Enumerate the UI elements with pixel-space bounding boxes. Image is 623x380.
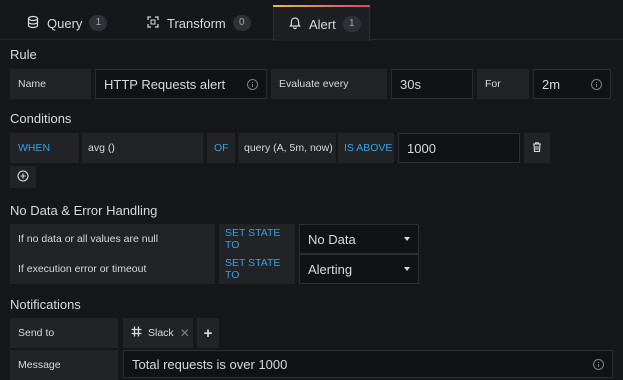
evaluate-every-input[interactable]: 30s xyxy=(391,69,473,99)
channel-name: Slack xyxy=(148,327,174,339)
name-input[interactable]: HTTP Requests alert xyxy=(95,69,267,99)
name-value: HTTP Requests alert xyxy=(104,76,226,92)
conditions-heading: Conditions xyxy=(10,111,72,126)
tab-query-label: Query xyxy=(47,15,83,31)
add-condition-button[interactable] xyxy=(10,166,36,188)
add-channel-button[interactable]: + xyxy=(197,318,219,348)
tab-alert-label: Alert xyxy=(309,16,336,32)
channel-tag[interactable]: Slack ✕ xyxy=(123,318,193,348)
nodata-state-select[interactable]: No Data xyxy=(299,224,419,254)
when-keyword[interactable]: WHEN xyxy=(10,133,79,163)
for-input[interactable]: 2m xyxy=(533,69,611,99)
tab-query-count: 1 xyxy=(89,15,108,31)
for-label: For xyxy=(477,69,529,99)
evaluate-every-value: 30s xyxy=(400,76,421,92)
info-icon xyxy=(247,79,258,90)
bell-icon xyxy=(288,16,302,33)
tab-bar: Query 1 Transform 0 Alert 1 xyxy=(0,0,623,41)
chevron-down-icon xyxy=(404,237,410,241)
error-set-state: SET STATE TO xyxy=(219,254,295,284)
send-to-label: Send to xyxy=(10,318,118,348)
tab-alert[interactable]: Alert 1 xyxy=(273,5,370,41)
transform-icon xyxy=(146,15,160,32)
message-input[interactable]: Total requests is over 1000 xyxy=(123,350,613,378)
delete-condition-button[interactable] xyxy=(524,133,550,163)
chevron-down-icon xyxy=(404,267,410,271)
info-icon xyxy=(593,359,604,370)
name-label: Name xyxy=(10,69,91,99)
nodata-heading: No Data & Error Handling xyxy=(10,203,158,218)
of-keyword: OF xyxy=(207,133,235,163)
info-icon xyxy=(591,79,602,90)
nodata-label: If no data or all values are null xyxy=(10,224,215,254)
plus-icon: + xyxy=(203,324,213,342)
query-selector[interactable]: query (A, 5m, now) xyxy=(238,133,336,163)
database-icon xyxy=(26,15,40,32)
tab-query[interactable]: Query 1 xyxy=(20,5,110,41)
plus-circle-icon xyxy=(17,169,29,185)
notifications-heading: Notifications xyxy=(10,297,81,312)
threshold-value: 1000 xyxy=(407,140,436,156)
tab-transform[interactable]: Transform 0 xyxy=(140,5,252,41)
for-value: 2m xyxy=(542,76,561,92)
tab-alert-count: 1 xyxy=(342,16,361,32)
evaluate-every-label: Evaluate every xyxy=(271,69,387,99)
message-label: Message xyxy=(10,350,118,380)
remove-channel-icon[interactable]: ✕ xyxy=(180,326,190,340)
message-value: Total requests is over 1000 xyxy=(132,356,288,372)
comparator-selector[interactable]: IS ABOVE xyxy=(338,133,394,163)
error-label: If execution error or timeout xyxy=(10,254,215,284)
slack-icon xyxy=(131,326,142,340)
tab-transform-count: 0 xyxy=(232,15,251,31)
trash-icon xyxy=(531,141,543,156)
error-state-select[interactable]: Alerting xyxy=(299,254,419,284)
threshold-input[interactable]: 1000 xyxy=(398,133,520,163)
nodata-state-value: No Data xyxy=(308,231,356,247)
reducer-func[interactable]: avg () xyxy=(82,133,203,163)
nodata-set-state: SET STATE TO xyxy=(219,224,295,254)
rule-heading: Rule xyxy=(10,47,37,62)
tab-transform-label: Transform xyxy=(167,15,226,31)
error-state-value: Alerting xyxy=(308,261,353,277)
